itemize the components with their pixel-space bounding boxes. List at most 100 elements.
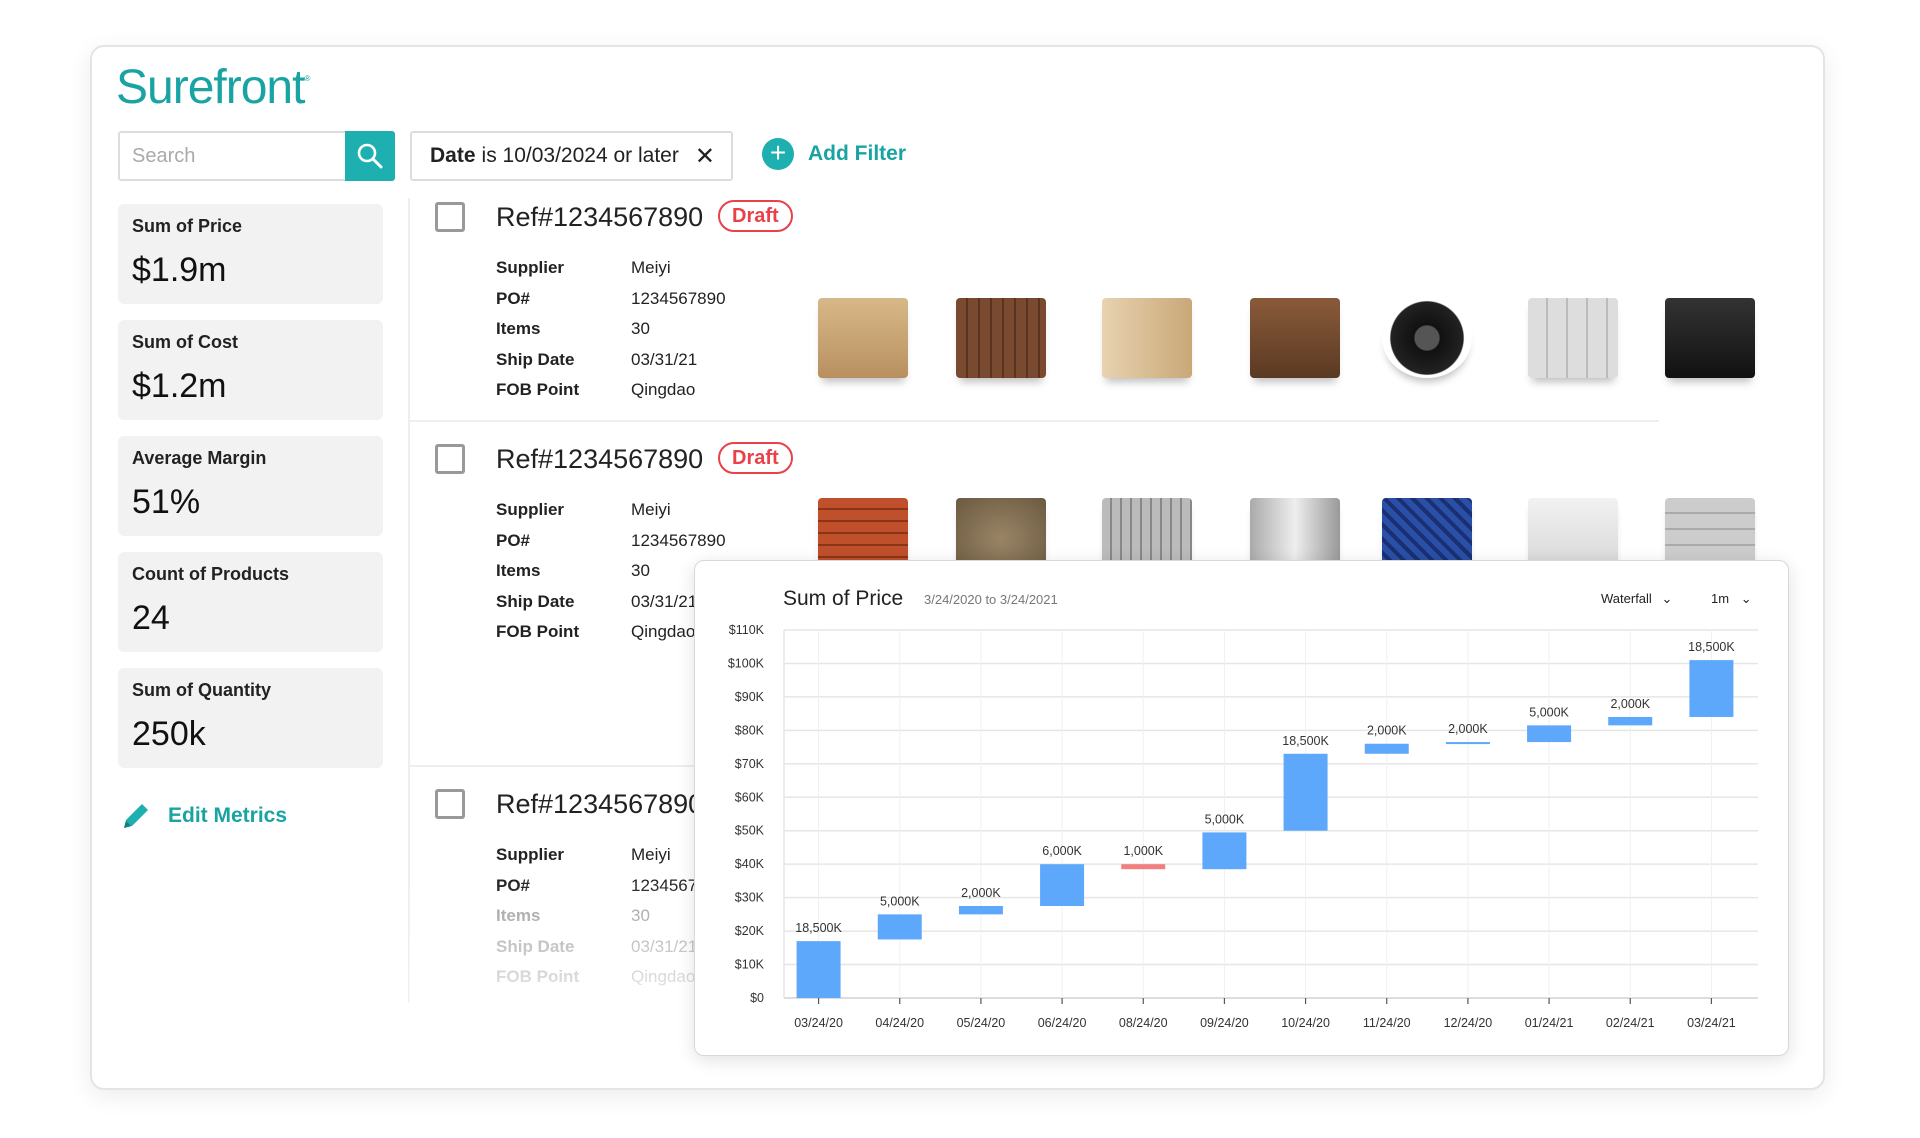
y-tick-label: $70K bbox=[735, 757, 765, 771]
bar-data-label: 2,000K bbox=[1610, 697, 1650, 711]
metric-label: Count of Products bbox=[132, 564, 289, 584]
waterfall-bar bbox=[958, 906, 1003, 915]
y-tick-label: $30K bbox=[735, 891, 765, 905]
y-tick-label: $0 bbox=[750, 991, 764, 1005]
search-button[interactable] bbox=[345, 131, 395, 181]
metric-label: Sum of Cost bbox=[132, 332, 238, 352]
bar-data-label: 5,000K bbox=[1205, 812, 1245, 826]
y-tick-label: $110K bbox=[729, 623, 765, 637]
waterfall-bar bbox=[796, 941, 841, 998]
waterfall-bar bbox=[1445, 742, 1490, 745]
bar-data-label: 18,500K bbox=[1282, 734, 1329, 748]
pallet-boxes-product-image[interactable] bbox=[818, 298, 908, 378]
field-label: Ship Date bbox=[496, 349, 575, 369]
bar-data-label: 1,000K bbox=[1123, 844, 1163, 858]
order-checkbox[interactable] bbox=[435, 789, 465, 819]
field-label: Supplier bbox=[496, 258, 565, 277]
logs-product-image[interactable] bbox=[1250, 298, 1340, 378]
order-checkbox[interactable] bbox=[435, 444, 465, 474]
field-value: 1234567890 bbox=[631, 288, 726, 308]
field-value: 1234567890 bbox=[631, 530, 726, 550]
close-icon[interactable]: ✕ bbox=[695, 142, 715, 171]
y-tick-label: $10K bbox=[735, 958, 765, 972]
field-label: FOB Point bbox=[496, 622, 580, 641]
x-tick-label: 11/24/20 bbox=[1363, 1016, 1411, 1030]
waterfall-bar bbox=[1040, 864, 1085, 906]
x-tick-label: 02/24/21 bbox=[1606, 1016, 1655, 1030]
field-label: Items bbox=[496, 319, 541, 338]
x-tick-label: 04/24/20 bbox=[875, 1016, 924, 1030]
field-label: Items bbox=[496, 561, 541, 580]
y-tick-label: $20K bbox=[735, 924, 765, 938]
x-tick-label: 09/24/20 bbox=[1200, 1016, 1249, 1030]
status-badge: Draft bbox=[718, 442, 793, 474]
y-tick-label: $80K bbox=[735, 723, 765, 737]
y-tick-label: $90K bbox=[735, 690, 765, 704]
field-value: 30 bbox=[631, 319, 650, 338]
y-tick-label: $60K bbox=[735, 790, 765, 804]
filter-chip[interactable]: Date is 10/03/2024 or later ✕ bbox=[410, 131, 733, 181]
chart-type-dropdown[interactable]: Waterfall ⌄ bbox=[1601, 591, 1672, 607]
waterfall-bar bbox=[1121, 864, 1166, 870]
field-value: Qingdao bbox=[631, 380, 696, 399]
paper-rolls-product-image[interactable] bbox=[1102, 298, 1192, 378]
status-badge: Draft bbox=[718, 200, 793, 232]
x-tick-label: 06/24/20 bbox=[1038, 1016, 1087, 1030]
bar-data-label: 18,500K bbox=[1688, 640, 1735, 654]
y-tick-label: $50K bbox=[735, 824, 765, 838]
metric-label: Sum of Price bbox=[132, 216, 243, 236]
paint-cans-product-image[interactable] bbox=[1528, 298, 1618, 378]
field-value: 03/31/21 bbox=[631, 591, 698, 611]
fade-overlay bbox=[409, 880, 699, 1010]
field-label: PO# bbox=[496, 288, 531, 308]
add-filter-button[interactable]: + Add Filter bbox=[762, 138, 906, 170]
order-checkbox[interactable] bbox=[435, 202, 465, 232]
chevron-down-icon: ⌄ bbox=[1740, 591, 1752, 606]
metric-label: Average Margin bbox=[132, 448, 267, 468]
waterfall-chart: $0 $10K $20K $30K $40K $50K $60K $70K $80K $90K $1… bbox=[728, 623, 1758, 1030]
field-value: Meiyi bbox=[631, 500, 671, 519]
wood-pallet-product-image[interactable] bbox=[956, 298, 1046, 378]
metric-card: Average Margin 51% bbox=[118, 436, 383, 536]
order-item[interactable]: Ref#1234567890 Draft Supplier Meiyi PO# 123… bbox=[409, 198, 1809, 418]
field-label: Supplier bbox=[496, 845, 565, 864]
metric-card: Count of Products 24 bbox=[118, 552, 383, 652]
metric-value: 250k bbox=[132, 715, 206, 753]
bar-data-label: 2,000K bbox=[1367, 724, 1407, 738]
interval-dropdown[interactable]: 1m ⌄ bbox=[1711, 591, 1752, 607]
divider bbox=[409, 765, 699, 767]
bar-data-label: 2,000K bbox=[1448, 722, 1488, 736]
field-label: Supplier bbox=[496, 500, 565, 519]
order-ref[interactable]: Ref#1234567890 bbox=[496, 444, 703, 475]
y-tick-label: $100K bbox=[728, 656, 765, 670]
waterfall-bar bbox=[1202, 832, 1247, 870]
bar-data-label: 18,500K bbox=[795, 921, 842, 935]
waterfall-bar bbox=[1689, 660, 1734, 717]
order-ref[interactable]: Ref#1234567890 bbox=[496, 202, 703, 233]
x-tick-label: 03/24/21 bbox=[1687, 1016, 1736, 1030]
chart-date-range: 3/24/2020 to 3/24/2021 bbox=[924, 592, 1058, 607]
search-icon bbox=[357, 143, 383, 169]
field-label: Ship Date bbox=[496, 591, 575, 611]
metric-card: Sum of Price $1.9m bbox=[118, 204, 383, 304]
waterfall-bar bbox=[1364, 743, 1409, 754]
metric-value: 51% bbox=[132, 483, 201, 521]
field-label: FOB Point bbox=[496, 380, 580, 399]
x-tick-label: 08/24/20 bbox=[1119, 1016, 1168, 1030]
logo: Surefront® bbox=[116, 61, 310, 114]
bar-data-label: 6,000K bbox=[1042, 844, 1082, 858]
tiles-product-image[interactable] bbox=[1665, 298, 1755, 378]
tires-product-image[interactable] bbox=[1382, 298, 1472, 378]
y-tick-label: $40K bbox=[735, 857, 765, 871]
filter-field: Date bbox=[430, 144, 476, 167]
plus-circle-icon: + bbox=[762, 138, 794, 170]
filter-text: is 10/03/2024 or later bbox=[481, 144, 679, 167]
metric-value: $1.9m bbox=[132, 251, 227, 289]
search-input[interactable] bbox=[118, 131, 346, 181]
x-tick-label: 01/24/21 bbox=[1525, 1016, 1574, 1030]
bar-data-label: 5,000K bbox=[880, 894, 920, 908]
edit-metrics-button[interactable]: Edit Metrics bbox=[120, 800, 287, 832]
order-ref[interactable]: Ref#1234567890 bbox=[496, 789, 703, 820]
field-value: Qingdao bbox=[631, 622, 696, 641]
bar-data-label: 2,000K bbox=[961, 886, 1001, 900]
